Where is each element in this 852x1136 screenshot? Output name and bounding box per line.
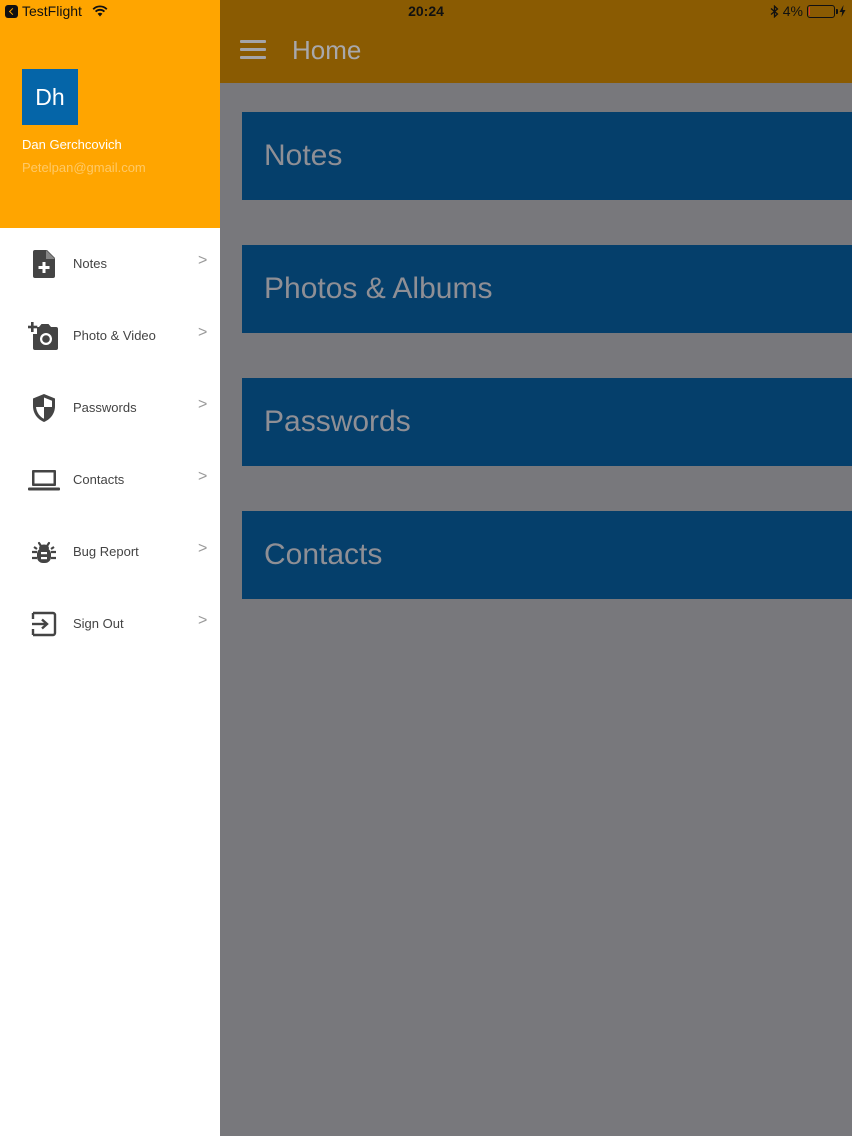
drawer-item-label: Photo & Video xyxy=(73,328,156,343)
charging-bolt-icon xyxy=(839,5,846,17)
chevron-right-icon: > xyxy=(198,324,208,341)
drawer-item-label: Bug Report xyxy=(73,544,139,559)
battery-percent: 4% xyxy=(782,3,803,19)
shield-icon xyxy=(28,393,60,423)
drawer-item-label: Notes xyxy=(73,256,107,271)
bug-icon xyxy=(28,537,60,567)
drawer-item-bug-report[interactable]: Bug Report > xyxy=(0,520,220,584)
drawer-item-passwords[interactable]: Passwords > xyxy=(0,376,220,440)
chevron-right-icon: > xyxy=(198,612,208,629)
user-email: Petelpan@gmail.com xyxy=(22,160,146,175)
drawer-item-sign-out[interactable]: Sign Out > xyxy=(0,592,220,656)
chevron-right-icon: > xyxy=(198,540,208,557)
status-right: 4% xyxy=(770,3,846,19)
battery-icon xyxy=(807,4,838,18)
add-camera-icon xyxy=(28,321,60,351)
chevron-right-icon: > xyxy=(198,252,208,269)
laptop-icon xyxy=(28,465,60,495)
drawer-item-photo-video[interactable]: Photo & Video > xyxy=(0,304,220,368)
chevron-right-icon: > xyxy=(198,396,208,413)
exit-icon xyxy=(28,609,60,639)
chevron-right-icon: > xyxy=(198,468,208,485)
user-name: Dan Gerchcovich xyxy=(22,137,122,152)
drawer-item-label: Sign Out xyxy=(73,616,124,631)
page-title: Home xyxy=(292,35,362,65)
bluetooth-icon xyxy=(770,4,779,18)
card-label: Contacts xyxy=(264,538,383,571)
card-label: Notes xyxy=(264,139,343,172)
drawer-header: Dh Dan Gerchcovich Petelpan@gmail.com xyxy=(0,0,220,228)
main-content: Home Notes Photos & Albums Passwords Con… xyxy=(220,0,852,1136)
card-notes[interactable]: Notes xyxy=(242,112,852,200)
drawer-item-notes[interactable]: Notes > xyxy=(0,232,220,296)
card-label: Photos & Albums xyxy=(264,272,493,305)
card-photos-albums[interactable]: Photos & Albums xyxy=(242,245,852,333)
navigation-drawer: Dh Dan Gerchcovich Petelpan@gmail.com No… xyxy=(0,0,220,1136)
card-label: Passwords xyxy=(264,405,411,438)
avatar: Dh xyxy=(22,69,78,125)
card-contacts[interactable]: Contacts xyxy=(242,511,852,599)
note-add-icon xyxy=(28,249,60,279)
hamburger-menu-icon[interactable] xyxy=(240,40,266,60)
drawer-item-label: Passwords xyxy=(73,400,137,415)
drawer-item-label: Contacts xyxy=(73,472,125,487)
status-bar: TestFlight 20:24 4% xyxy=(0,0,852,22)
card-passwords[interactable]: Passwords xyxy=(242,378,852,466)
battery-level-fill xyxy=(809,6,810,15)
status-time: 20:24 xyxy=(408,3,444,19)
drawer-item-contacts[interactable]: Contacts > xyxy=(0,448,220,512)
